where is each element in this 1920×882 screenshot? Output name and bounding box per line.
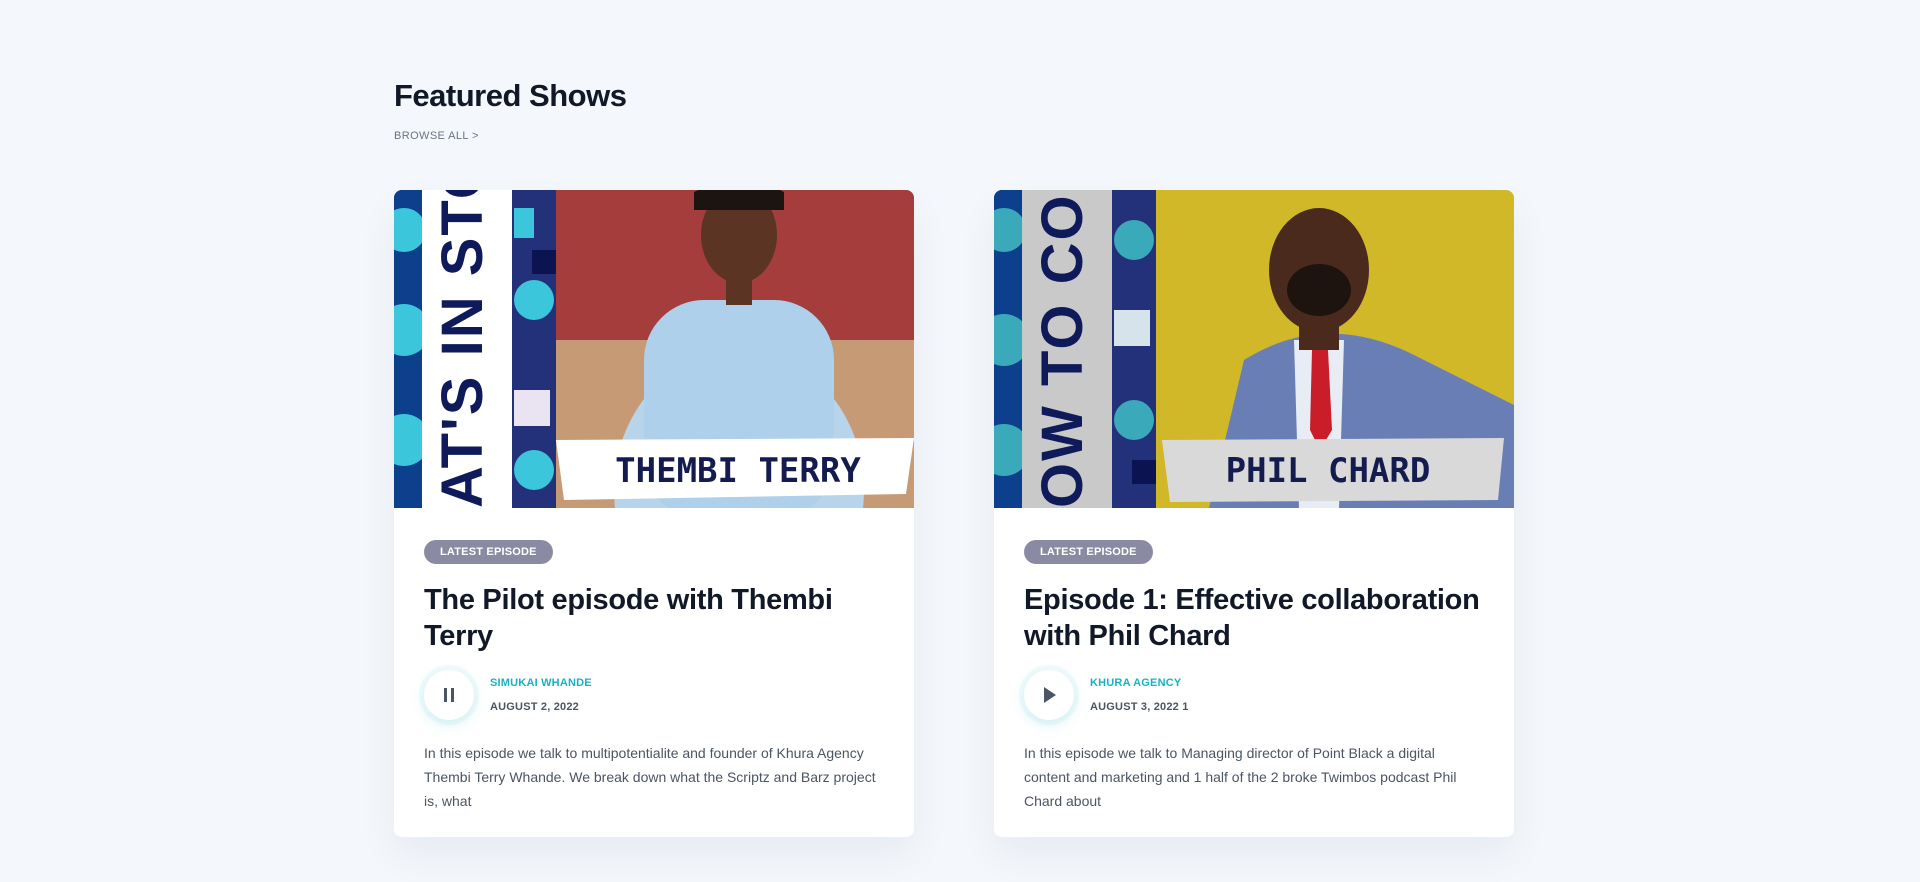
episode-title[interactable]: Episode 1: Effective collaboration with … — [1024, 582, 1484, 654]
featured-shows-section: Featured Shows BROWSE ALL > AT'S IN STO … — [394, 78, 1514, 837]
cards-row: AT'S IN STO THEMBI TERRY LATEST EPISODE … — [394, 190, 1514, 837]
cover-name-text: THEMBI TERRY — [615, 451, 861, 491]
latest-episode-badge: LATEST EPISODE — [424, 540, 553, 564]
browse-all-link[interactable]: BROWSE ALL > — [394, 130, 479, 142]
episode-description: In this episode we talk to Managing dire… — [1024, 745, 1457, 809]
cover-image[interactable]: AT'S IN STO THEMBI TERRY — [394, 190, 914, 508]
show-card[interactable]: OW TO COLL PHIL CHARD LATEST EPISODE Epi… — [994, 190, 1514, 837]
author-link[interactable]: SIMUKAI WHANDE — [490, 677, 592, 689]
cover-banner-text: AT'S IN STO — [430, 190, 495, 508]
episode-date: AUGUST 2, 2022 — [490, 701, 580, 713]
play-button[interactable] — [1024, 670, 1074, 720]
latest-episode-badge: LATEST EPISODE — [1024, 540, 1153, 564]
section-title: Featured Shows — [394, 78, 627, 113]
cover-name-text: PHIL CHARD — [1226, 451, 1431, 491]
cover-image[interactable]: OW TO COLL PHIL CHARD — [994, 190, 1514, 508]
episode-date: AUGUST 3, 2022 1 — [1090, 701, 1189, 713]
author-link[interactable]: KHURA AGENCY — [1090, 677, 1189, 689]
episode-meta: SIMUKAI WHANDE AUGUST 2, 2022 — [424, 670, 884, 720]
show-card[interactable]: AT'S IN STO THEMBI TERRY LATEST EPISODE … — [394, 190, 914, 837]
play-icon — [1044, 687, 1056, 703]
episode-description: In this episode we talk to multipotentia… — [424, 745, 876, 809]
episode-meta: KHURA AGENCY AUGUST 3, 2022 1 — [1024, 670, 1484, 720]
pause-icon — [444, 688, 454, 702]
pause-button[interactable] — [424, 670, 474, 720]
cover-banner-text: OW TO COLL — [1030, 190, 1095, 508]
episode-title[interactable]: The Pilot episode with Thembi Terry — [424, 582, 884, 654]
